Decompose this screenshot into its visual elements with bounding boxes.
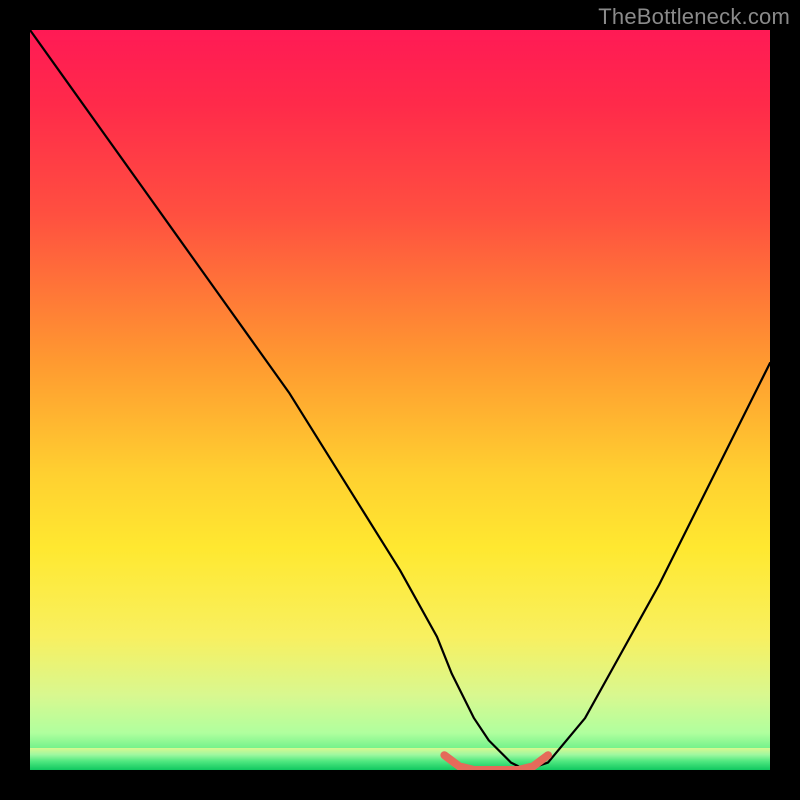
optimal-range-marker-path xyxy=(444,755,548,770)
watermark-text: TheBottleneck.com xyxy=(598,4,790,30)
bottleneck-curve-path xyxy=(30,30,770,770)
chart-svg xyxy=(30,30,770,770)
plot-area xyxy=(30,30,770,770)
chart-frame: TheBottleneck.com xyxy=(0,0,800,800)
